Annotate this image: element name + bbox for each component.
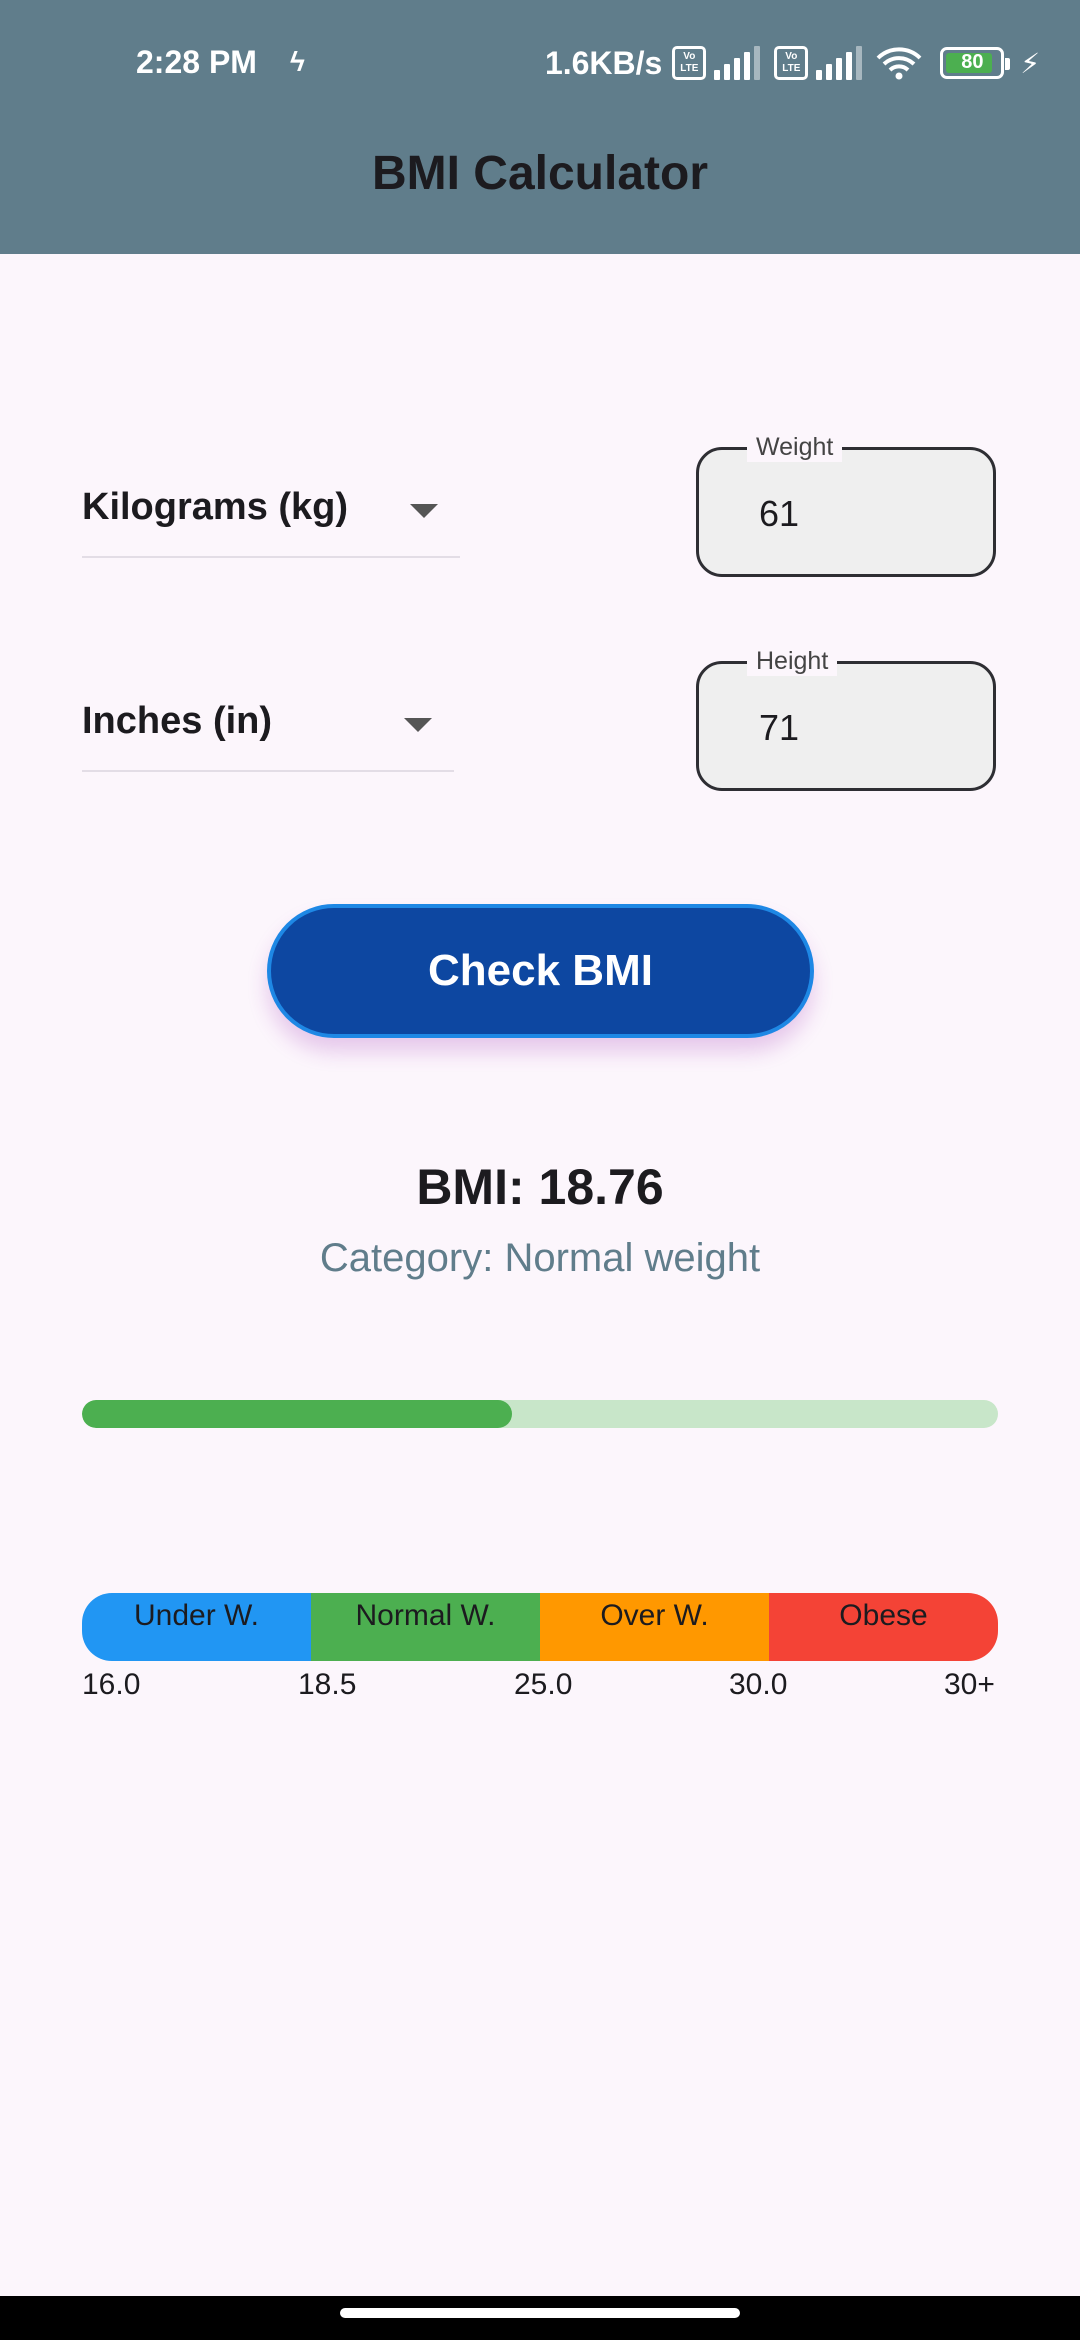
height-input[interactable] (759, 700, 959, 756)
charging-icon: ⚡ (1020, 47, 1040, 79)
height-unit-dropdown[interactable]: Inches (in) (82, 662, 454, 772)
signal-icon (714, 46, 761, 80)
status-indicators: 1.6KB/s Vo LTE Vo LTE 80 ⚡ (545, 40, 1040, 86)
bmi-progress-track (82, 1400, 998, 1428)
scale-tick: 25.0 (514, 1668, 573, 1701)
scale-tick: 30.0 (729, 1668, 788, 1701)
status-time: 2:28 PM (136, 44, 257, 80)
scale-tick: 30+ (944, 1668, 995, 1701)
navigation-bar (0, 2296, 1080, 2340)
bmi-scale: Under W. Normal W. Over W. Obese (82, 1593, 998, 1661)
scale-segment-overweight: Over W. (540, 1593, 769, 1661)
weight-input[interactable] (759, 486, 959, 542)
caret-down-icon (404, 718, 432, 732)
wifi-icon (876, 47, 922, 80)
battery-level: 80 (961, 51, 984, 73)
weight-field-label: Weight (747, 432, 843, 462)
network-speed: 1.6KB/s (544, 44, 663, 81)
volte-icon: Vo LTE (672, 46, 707, 80)
signal-icon-2 (816, 46, 863, 80)
app-bar: 2:28 PM ϟ 1.6KB/s Vo LTE Vo LTE 80 ⚡ BMI… (0, 0, 1080, 254)
flash-icon: ϟ (290, 46, 305, 77)
scale-segment-underweight: Under W. (82, 1593, 311, 1661)
home-handle[interactable] (340, 2308, 740, 2318)
status-bar: 2:28 PM ϟ 1.6KB/s Vo LTE Vo LTE 80 ⚡ (0, 30, 1080, 96)
caret-down-icon (410, 504, 438, 518)
bmi-category: Category: Normal weight (319, 1236, 761, 1280)
check-bmi-button[interactable]: Check BMI (267, 904, 814, 1038)
scale-segment-obese: Obese (769, 1593, 998, 1661)
height-field-label: Height (747, 646, 838, 676)
bmi-progress-fill (82, 1400, 512, 1428)
bmi-result: BMI: 18.76 (416, 1159, 664, 1215)
weight-unit-dropdown[interactable]: Kilograms (kg) (82, 448, 460, 558)
scale-tick: 18.5 (298, 1668, 357, 1701)
weight-unit-label: Kilograms (kg) (82, 486, 349, 528)
height-field[interactable]: Height (696, 646, 996, 791)
volte-icon-2: Vo LTE (774, 46, 809, 80)
page-title: BMI Calculator (371, 147, 709, 200)
weight-field[interactable]: Weight (696, 432, 996, 577)
scale-segment-normal: Normal W. (311, 1593, 540, 1661)
battery-icon: 80 (940, 47, 1011, 79)
scale-tick: 16.0 (82, 1668, 141, 1701)
height-unit-label: Inches (in) (82, 700, 273, 742)
